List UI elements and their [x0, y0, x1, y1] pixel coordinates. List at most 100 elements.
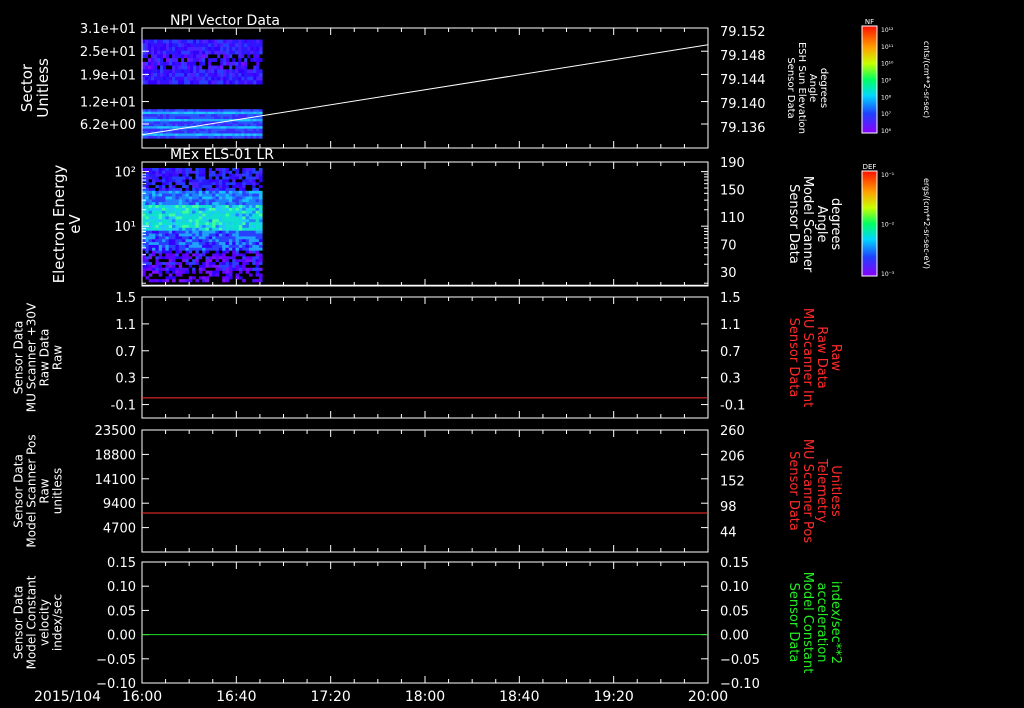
heat-cell — [195, 202, 200, 206]
heat-cell — [198, 199, 203, 203]
heat-cell — [193, 135, 197, 139]
heat-cell — [225, 264, 230, 269]
y-tick-label: 0.3 — [115, 372, 136, 387]
heat-cell — [166, 73, 170, 78]
heat-cell — [205, 225, 210, 229]
heat-cell — [252, 230, 256, 234]
heat-cell — [202, 173, 206, 177]
heat-cell — [238, 230, 243, 234]
heat-cell — [162, 193, 166, 197]
heat-cell — [242, 176, 246, 180]
heat-cell — [218, 216, 223, 220]
heat-cell — [154, 121, 158, 125]
heat-cell — [162, 182, 166, 186]
heat-cell — [256, 109, 260, 113]
heat-cell — [212, 216, 216, 220]
heat-cell — [232, 76, 236, 81]
heat-cell — [208, 259, 213, 263]
heat-cell — [223, 114, 227, 117]
heat-cell — [193, 131, 197, 134]
y-axis-label: Raw — [51, 345, 65, 370]
heat-cell — [163, 80, 167, 85]
heat-cell — [222, 242, 226, 246]
heat-cell — [175, 205, 180, 209]
heat-cell — [172, 168, 176, 172]
heat-cell — [252, 264, 256, 269]
heat-cell — [222, 179, 226, 183]
y-tick-label: 10¹ — [114, 220, 136, 235]
heat-cell — [168, 273, 173, 277]
heat-cell — [232, 227, 236, 231]
heat-cell — [238, 216, 243, 220]
heat-cell — [172, 182, 176, 186]
y-tick-label: 1.2e+01 — [80, 96, 136, 111]
heat-cell — [148, 176, 153, 180]
heat-cell — [155, 170, 160, 174]
heat-cell — [244, 73, 248, 78]
heat-cell — [158, 279, 163, 283]
heat-cell — [255, 259, 260, 263]
heat-cell — [142, 213, 146, 217]
heat-cell — [220, 73, 224, 78]
heat-cell — [178, 199, 183, 203]
heat-cell — [205, 116, 209, 120]
heat-cell — [228, 247, 233, 251]
heat-cell — [232, 123, 236, 127]
heat-cell — [195, 190, 200, 194]
heat-cell — [172, 227, 176, 231]
heat-cell — [152, 210, 156, 214]
heat-cell — [241, 111, 245, 115]
heat-cell — [208, 222, 213, 226]
heat-cell — [152, 230, 156, 234]
heat-cell — [178, 121, 182, 125]
heat-cell — [226, 61, 230, 66]
heat-cell — [169, 126, 173, 129]
heat-cell — [232, 242, 236, 246]
heat-cell — [182, 239, 186, 243]
heat-cell — [162, 202, 166, 206]
heat-cell — [222, 199, 226, 203]
heat-cell — [192, 168, 196, 172]
heat-cell — [148, 173, 153, 177]
heat-cell — [155, 193, 160, 197]
heat-cell — [182, 222, 186, 226]
heat-cell — [252, 179, 256, 183]
heat-cell — [193, 65, 197, 70]
heat-cell — [178, 73, 182, 78]
heat-cell — [212, 196, 216, 200]
heat-cell — [188, 267, 193, 271]
heat-cell — [248, 239, 253, 243]
heat-cell — [242, 256, 246, 260]
heat-cell — [232, 69, 236, 74]
heat-cell — [152, 244, 156, 249]
heat-cell — [238, 244, 243, 249]
heat-cell — [175, 179, 180, 183]
heat-cell — [202, 190, 206, 194]
heat-cell — [151, 73, 155, 78]
heat-cell — [198, 196, 203, 200]
heat-cell — [178, 131, 182, 134]
heat-cell — [168, 173, 173, 177]
heat-cell — [202, 193, 206, 197]
heat-cell — [208, 168, 213, 172]
heat-cell — [215, 225, 220, 229]
heat-cell — [255, 190, 260, 194]
right-tick-label: 0.10 — [720, 580, 749, 595]
heat-cell — [212, 253, 216, 257]
heat-cell — [235, 69, 239, 74]
heat-cell — [235, 256, 240, 260]
heat-cell — [198, 173, 203, 177]
heat-cell — [178, 133, 182, 137]
heat-cell — [228, 227, 233, 231]
heat-cell — [182, 207, 186, 212]
heat-cell — [235, 233, 240, 237]
heat-cell — [192, 259, 196, 263]
heat-cell — [195, 264, 200, 269]
heat-cell — [142, 264, 146, 269]
heat-cell — [208, 179, 213, 183]
heat-cell — [238, 247, 243, 251]
heat-cell — [235, 43, 239, 48]
heat-cell — [212, 193, 216, 197]
heat-cell — [178, 227, 183, 231]
heat-cell — [165, 236, 170, 240]
